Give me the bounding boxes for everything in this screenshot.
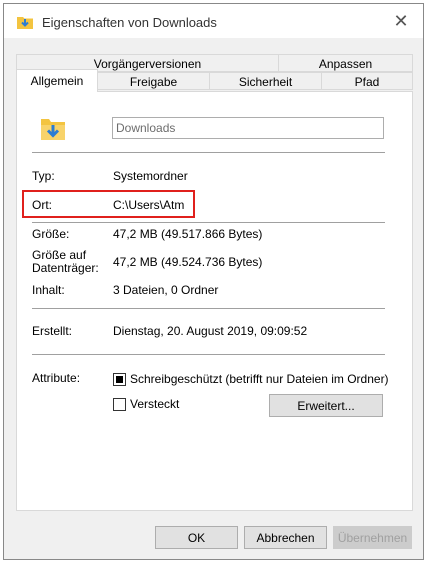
downloads-folder-icon <box>41 119 65 140</box>
type-label: Typ: <box>32 169 55 183</box>
folder-name-field[interactable]: Downloads <box>112 117 384 139</box>
apply-button[interactable]: Übernehmen <box>333 526 412 549</box>
window-title: Eigenschaften von Downloads <box>42 15 217 30</box>
close-icon: ✕ <box>393 10 409 31</box>
attributes-label: Attribute: <box>32 371 81 385</box>
title-bar: Eigenschaften von Downloads ✕ <box>4 4 423 38</box>
hidden-label: Versteckt <box>130 397 180 411</box>
advanced-button[interactable]: Erweitert... <box>269 394 383 417</box>
cancel-button[interactable]: Abbrechen <box>244 526 327 549</box>
size-value: 47,2 MB (49.517.866 Bytes) <box>113 227 263 241</box>
readonly-label: Schreibgeschützt (betrifft nur Dateien i… <box>130 372 389 386</box>
tab-allgemein[interactable]: Allgemein <box>16 69 98 92</box>
separator <box>32 222 385 223</box>
location-value: C:\Users\Atm <box>113 198 185 212</box>
readonly-checkbox[interactable] <box>113 373 126 386</box>
close-button[interactable]: ✕ <box>379 4 423 38</box>
created-label: Erstellt: <box>32 324 73 338</box>
tab-pfad[interactable]: Pfad <box>321 72 413 90</box>
downloads-folder-icon <box>17 17 33 29</box>
separator <box>32 354 385 355</box>
ok-button[interactable]: OK <box>155 526 238 549</box>
separator <box>32 308 385 309</box>
hidden-checkbox[interactable] <box>113 398 126 411</box>
indeterminate-mark <box>116 376 123 383</box>
general-tab-panel: Downloads Typ: Systemordner Ort: C:\User… <box>16 91 413 511</box>
tab-anpassen[interactable]: Anpassen <box>278 54 413 72</box>
type-value: Systemordner <box>113 169 188 183</box>
contents-label: Inhalt: <box>32 283 65 297</box>
size-label: Größe: <box>32 227 70 241</box>
properties-dialog: Eigenschaften von Downloads ✕ Vorgängerv… <box>3 3 424 560</box>
contents-value: 3 Dateien, 0 Ordner <box>113 283 219 297</box>
created-value: Dienstag, 20. August 2019, 09:09:52 <box>113 324 308 338</box>
tab-freigabe[interactable]: Freigabe <box>97 72 210 90</box>
size-on-disk-value: 47,2 MB (49.524.736 Bytes) <box>113 255 263 269</box>
location-label: Ort: <box>32 198 52 212</box>
separator <box>32 152 385 153</box>
tab-sicherheit[interactable]: Sicherheit <box>209 72 322 90</box>
size-on-disk-label-line2: Datenträger: <box>32 261 99 275</box>
